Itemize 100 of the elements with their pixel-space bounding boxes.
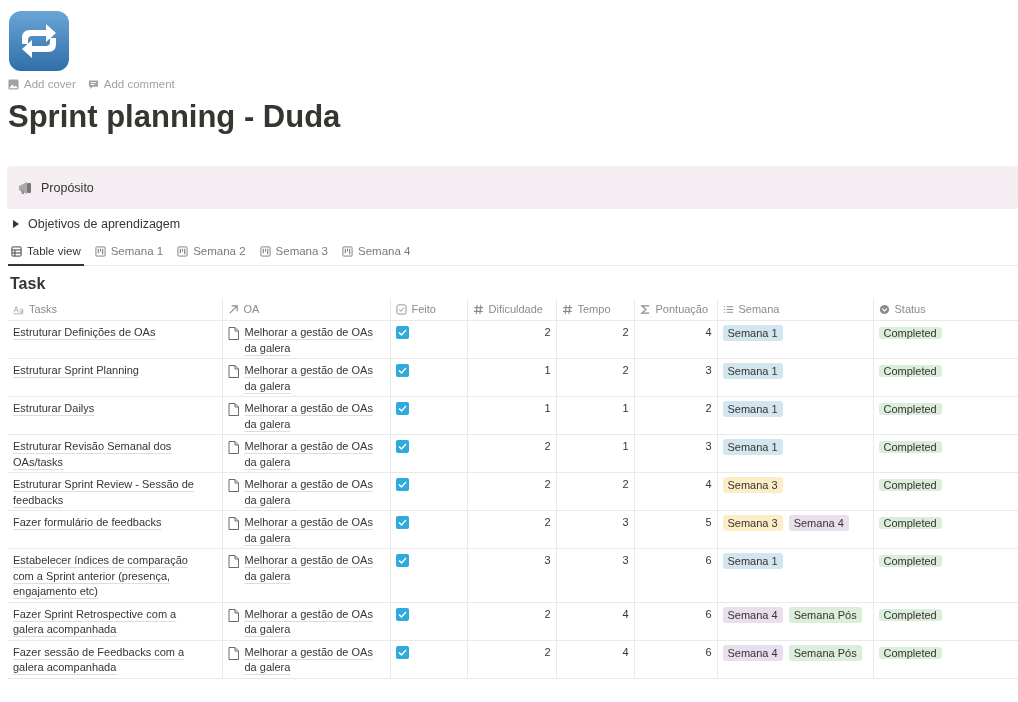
- formula-cell: 2: [705, 402, 712, 415]
- formula-cell: 4: [705, 478, 712, 491]
- column-header[interactable]: OA: [222, 299, 390, 321]
- column-header[interactable]: Tempo: [556, 299, 634, 321]
- page-icon: [227, 441, 239, 455]
- status-tag: Completed: [878, 646, 942, 659]
- page-title: Sprint planning - Duda: [8, 98, 342, 136]
- week-tag: Semana 4: [788, 515, 849, 532]
- week-tag: Semana 1: [722, 401, 783, 418]
- number-cell: 3: [622, 554, 629, 567]
- text-icon: [13, 303, 24, 315]
- task-title[interactable]: Estabelecer índices de comparação com a Sprint anterior (presença, engajamento etc): [13, 553, 208, 600]
- view-tab[interactable]: Semana 2: [174, 240, 249, 267]
- formula-cell: 3: [705, 440, 712, 453]
- number-cell: 2: [544, 326, 551, 339]
- number-cell: 1: [544, 402, 551, 415]
- relation-link[interactable]: Melhorar a gestão de OAs da galera: [244, 553, 385, 585]
- relation-link[interactable]: Melhorar a gestão de OAs da galera: [244, 325, 385, 357]
- week-tag: Semana 3: [722, 477, 783, 494]
- task-title[interactable]: Fazer formulário de feedbacks: [13, 515, 208, 531]
- number-cell: 2: [544, 516, 551, 529]
- week-tag: Semana 4: [722, 644, 783, 661]
- checkbox-icon: [395, 303, 407, 315]
- number-cell: 2: [544, 440, 551, 453]
- page-icon: [227, 479, 239, 493]
- week-tag: Semana 1: [722, 439, 783, 456]
- status-tag: Completed: [878, 608, 942, 621]
- task-title[interactable]: Estruturar Dailys: [13, 401, 208, 417]
- table-icon: [11, 245, 22, 257]
- view-tab[interactable]: Semana 3: [256, 240, 331, 267]
- task-title[interactable]: Estruturar Sprint Review - Sessão de feedbacks: [13, 477, 208, 509]
- checkbox[interactable]: [395, 607, 409, 621]
- status-tag: Completed: [878, 403, 942, 416]
- checkbox[interactable]: [395, 364, 409, 378]
- column-header[interactable]: Pontuação: [634, 299, 717, 321]
- callout-text: Propósito: [41, 180, 94, 195]
- page-icon: [227, 555, 239, 569]
- hash-icon: [561, 303, 573, 315]
- view-tab[interactable]: Semana 4: [339, 240, 414, 267]
- checkbox[interactable]: [395, 440, 409, 454]
- comment-icon: [87, 78, 99, 90]
- relation-link[interactable]: Melhorar a gestão de OAs da galera: [244, 439, 385, 471]
- list-icon: [722, 303, 734, 315]
- week-tag: Semana 3: [722, 515, 783, 532]
- number-cell: 1: [622, 402, 629, 415]
- formula-cell: 5: [705, 516, 712, 529]
- formula-cell: 6: [705, 607, 712, 620]
- status-tag: Completed: [878, 517, 942, 530]
- status-icon: [878, 303, 890, 315]
- checkbox[interactable]: [395, 326, 409, 340]
- column-header[interactable]: Semana: [717, 299, 873, 321]
- formula-cell: 3: [705, 364, 712, 377]
- status-tag: Completed: [878, 479, 942, 492]
- page-icon: [227, 327, 239, 341]
- toggle-arrow-icon[interactable]: [12, 220, 20, 229]
- number-cell: 3: [544, 554, 551, 567]
- checkbox[interactable]: [395, 516, 409, 530]
- column-header[interactable]: Status: [873, 299, 1018, 321]
- view-tab[interactable]: Semana 1: [91, 240, 167, 267]
- relation-link[interactable]: Melhorar a gestão de OAs da galera: [244, 515, 385, 547]
- task-title[interactable]: Estruturar Sprint Planning: [13, 363, 208, 379]
- database-title: Task: [10, 275, 47, 294]
- checkbox[interactable]: [395, 554, 409, 568]
- column-header[interactable]: Feito: [390, 299, 467, 321]
- column-header[interactable]: Tasks: [8, 299, 222, 321]
- formula-cell: 6: [705, 554, 712, 567]
- number-cell: 2: [544, 607, 551, 620]
- checkbox[interactable]: [395, 402, 409, 416]
- week-tag: Semana Pós: [788, 606, 862, 623]
- task-title[interactable]: Fazer Sprint Retrospective com a galera acompanhada: [13, 606, 208, 638]
- column-header[interactable]: Dificuldade: [467, 299, 556, 321]
- week-tag: Semana Pós: [788, 644, 862, 661]
- checkbox[interactable]: [395, 645, 409, 659]
- board-icon: [259, 245, 271, 257]
- status-tag: Completed: [878, 365, 942, 378]
- relation-link[interactable]: Melhorar a gestão de OAs da galera: [244, 401, 385, 433]
- task-title[interactable]: Estruturar Definições de OAs: [13, 325, 208, 341]
- week-tag: Semana 1: [722, 553, 783, 570]
- number-cell: 1: [622, 440, 629, 453]
- checkbox[interactable]: [395, 478, 409, 492]
- status-tag: Completed: [878, 441, 942, 454]
- board-icon: [177, 245, 189, 257]
- toggle-heading: Objetivos de aprendizagem: [28, 217, 181, 232]
- number-cell: 2: [622, 326, 629, 339]
- number-cell: 1: [544, 364, 551, 377]
- number-cell: 3: [622, 516, 629, 529]
- task-title[interactable]: Fazer sessão de Feedbacks com a galera acompanhada: [13, 644, 208, 676]
- week-tag: Semana 1: [722, 363, 783, 380]
- number-cell: 2: [622, 478, 629, 491]
- page-icon: [227, 365, 239, 379]
- sigma-icon: [639, 303, 651, 315]
- week-tag: Semana 1: [722, 325, 783, 342]
- page-icon: [227, 608, 239, 622]
- task-title[interactable]: Estruturar Revisão Semanal dos OAs/tasks: [13, 439, 208, 471]
- relation-link[interactable]: Melhorar a gestão de OAs da galera: [244, 363, 385, 395]
- relation-link[interactable]: Melhorar a gestão de OAs da galera: [244, 606, 385, 638]
- relation-link[interactable]: Melhorar a gestão de OAs da galera: [244, 477, 385, 509]
- view-tab[interactable]: Table view: [8, 240, 84, 267]
- relation-link[interactable]: Melhorar a gestão de OAs da galera: [244, 644, 385, 676]
- number-cell: 4: [622, 607, 629, 620]
